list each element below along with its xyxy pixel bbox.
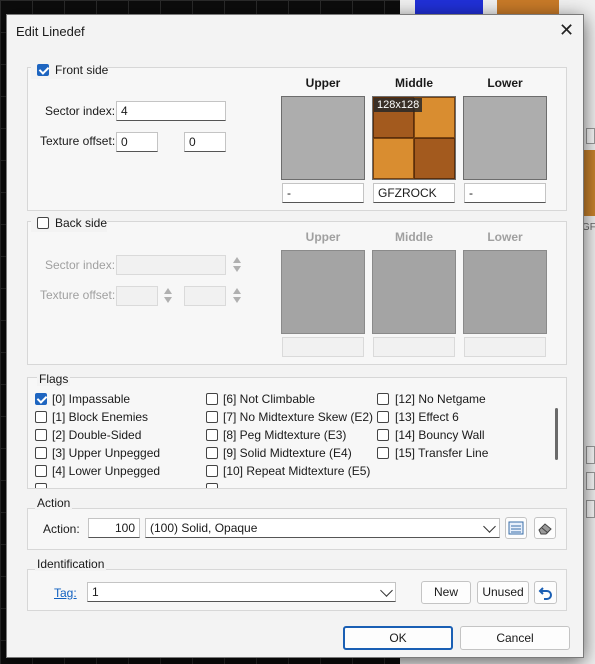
unused-tag-button[interactable]: Unused	[477, 581, 529, 604]
brick-texture-thumb[interactable]	[497, 0, 559, 14]
flag-12-checkbox[interactable]	[377, 393, 389, 405]
back-upper-texture	[281, 250, 365, 334]
edit-linedef-dialog: Edit Linedef ✕ Front side Sector index: …	[6, 14, 584, 658]
close-icon[interactable]: ✕	[559, 21, 574, 39]
flag-4-label[interactable]: [4] Lower Unpegged	[52, 464, 160, 478]
flag-5-checkbox-partial[interactable]	[35, 483, 47, 488]
action-label: Action:	[43, 522, 80, 536]
tag-input[interactable]: 1	[87, 582, 396, 602]
flag-0-label[interactable]: [0] Impassable	[52, 392, 130, 406]
list-browse-icon[interactable]	[505, 517, 527, 539]
back-side-checkbox[interactable]	[37, 217, 49, 229]
panel-field-edge[interactable]	[586, 446, 595, 464]
flag-2-label[interactable]: [2] Double-Sided	[52, 428, 141, 442]
flag-9-label[interactable]: [9] Solid Midtexture (E4)	[223, 446, 352, 460]
flag-6-label[interactable]: [6] Not Climbable	[223, 392, 315, 406]
panel-field-edge[interactable]	[586, 500, 595, 518]
flag-10-checkbox[interactable]	[206, 465, 218, 477]
back-sector-spinner	[232, 255, 242, 275]
action-select[interactable]: (100) Solid, Opaque	[145, 518, 500, 538]
back-lower-texture-name	[464, 337, 546, 357]
flags-title: Flags	[37, 372, 71, 386]
back-sector-index-input	[116, 255, 226, 275]
panel-field-edge[interactable]	[586, 472, 595, 490]
back-offset-x-input	[116, 286, 158, 306]
cancel-button[interactable]: Cancel	[460, 626, 570, 650]
tag-link[interactable]: Tag:	[54, 586, 77, 600]
flag-9-checkbox[interactable]	[206, 447, 218, 459]
flag-7-label[interactable]: [7] No Midtexture Skew (E2)	[223, 410, 373, 424]
texture-offset-label: Texture offset:	[40, 134, 116, 148]
back-middle-texture	[372, 250, 456, 334]
front-middle-header: Middle	[395, 76, 433, 90]
front-middle-texture-name[interactable]: GFZROCK	[373, 183, 455, 203]
flag-12-label[interactable]: [12] No Netgame	[395, 392, 486, 406]
front-side-checkbox[interactable]	[37, 64, 49, 76]
title-bar: Edit Linedef ✕	[7, 15, 583, 47]
flag-1-label[interactable]: [1] Block Enemies	[52, 410, 148, 424]
flag-3-label[interactable]: [3] Upper Unpegged	[52, 446, 160, 460]
back-middle-header: Middle	[395, 230, 433, 244]
eraser-icon[interactable]	[534, 517, 556, 539]
back-side-label: Back side	[55, 216, 108, 230]
action-title: Action	[35, 496, 73, 510]
front-upper-texture-name[interactable]: -	[282, 183, 364, 203]
back-sector-index-label: Sector index:	[45, 258, 116, 272]
sector-index-label: Sector index:	[45, 104, 116, 118]
flag-11-checkbox-partial[interactable]	[206, 483, 218, 488]
sky-texture-thumb[interactable]	[415, 0, 483, 14]
action-number-input[interactable]: 100	[88, 518, 140, 538]
front-upper-header: Upper	[305, 76, 341, 90]
flag-7-checkbox[interactable]	[206, 411, 218, 423]
flag-1-checkbox[interactable]	[35, 411, 47, 423]
front-middle-texture[interactable]: 128x128	[372, 96, 456, 180]
offset-x-input[interactable]: 0	[116, 132, 158, 152]
back-offset-x-spinner	[163, 286, 173, 306]
flag-4-checkbox[interactable]	[35, 465, 47, 477]
flags-list[interactable]: [0] Impassable [1] Block Enemies [2] Dou…	[28, 392, 556, 488]
front-lower-header: Lower	[487, 76, 523, 90]
flag-15-label[interactable]: [15] Transfer Line	[395, 446, 488, 460]
sector-index-input[interactable]: 4	[116, 101, 226, 121]
flag-3-checkbox[interactable]	[35, 447, 47, 459]
flag-14-checkbox[interactable]	[377, 429, 389, 441]
flag-0-checkbox[interactable]	[35, 393, 47, 405]
front-lower-texture-name[interactable]: -	[464, 183, 546, 203]
flag-13-checkbox[interactable]	[377, 411, 389, 423]
flag-6-checkbox[interactable]	[206, 393, 218, 405]
back-middle-texture-name	[373, 337, 455, 357]
back-lower-header: Lower	[487, 230, 523, 244]
identification-title: Identification	[35, 557, 107, 571]
flags-scrollbar[interactable]	[555, 408, 558, 460]
flag-10-label[interactable]: [10] Repeat Midtexture (E5)	[223, 464, 370, 478]
texture-size-badge: 128x128	[374, 98, 423, 112]
back-upper-header: Upper	[305, 230, 341, 244]
front-lower-texture[interactable]	[463, 96, 547, 180]
flag-2-checkbox[interactable]	[35, 429, 47, 441]
ok-button[interactable]: OK	[343, 626, 453, 650]
new-tag-button[interactable]: New	[421, 581, 471, 604]
flag-15-checkbox[interactable]	[377, 447, 389, 459]
front-side-label: Front side	[55, 63, 109, 77]
panel-checkbox-edge[interactable]	[586, 128, 595, 144]
dialog-title: Edit Linedef	[16, 24, 85, 39]
flag-13-label[interactable]: [13] Effect 6	[395, 410, 459, 424]
back-offset-y-spinner	[232, 286, 242, 306]
undo-icon[interactable]	[534, 581, 557, 604]
back-upper-texture-name	[282, 337, 364, 357]
back-offset-y-input	[184, 286, 226, 306]
back-lower-texture	[463, 250, 547, 334]
flag-14-label[interactable]: [14] Bouncy Wall	[395, 428, 485, 442]
flag-8-label[interactable]: [8] Peg Midtexture (E3)	[223, 428, 346, 442]
front-upper-texture[interactable]	[281, 96, 365, 180]
offset-y-input[interactable]: 0	[184, 132, 226, 152]
back-texture-offset-label: Texture offset:	[40, 288, 116, 302]
flag-8-checkbox[interactable]	[206, 429, 218, 441]
